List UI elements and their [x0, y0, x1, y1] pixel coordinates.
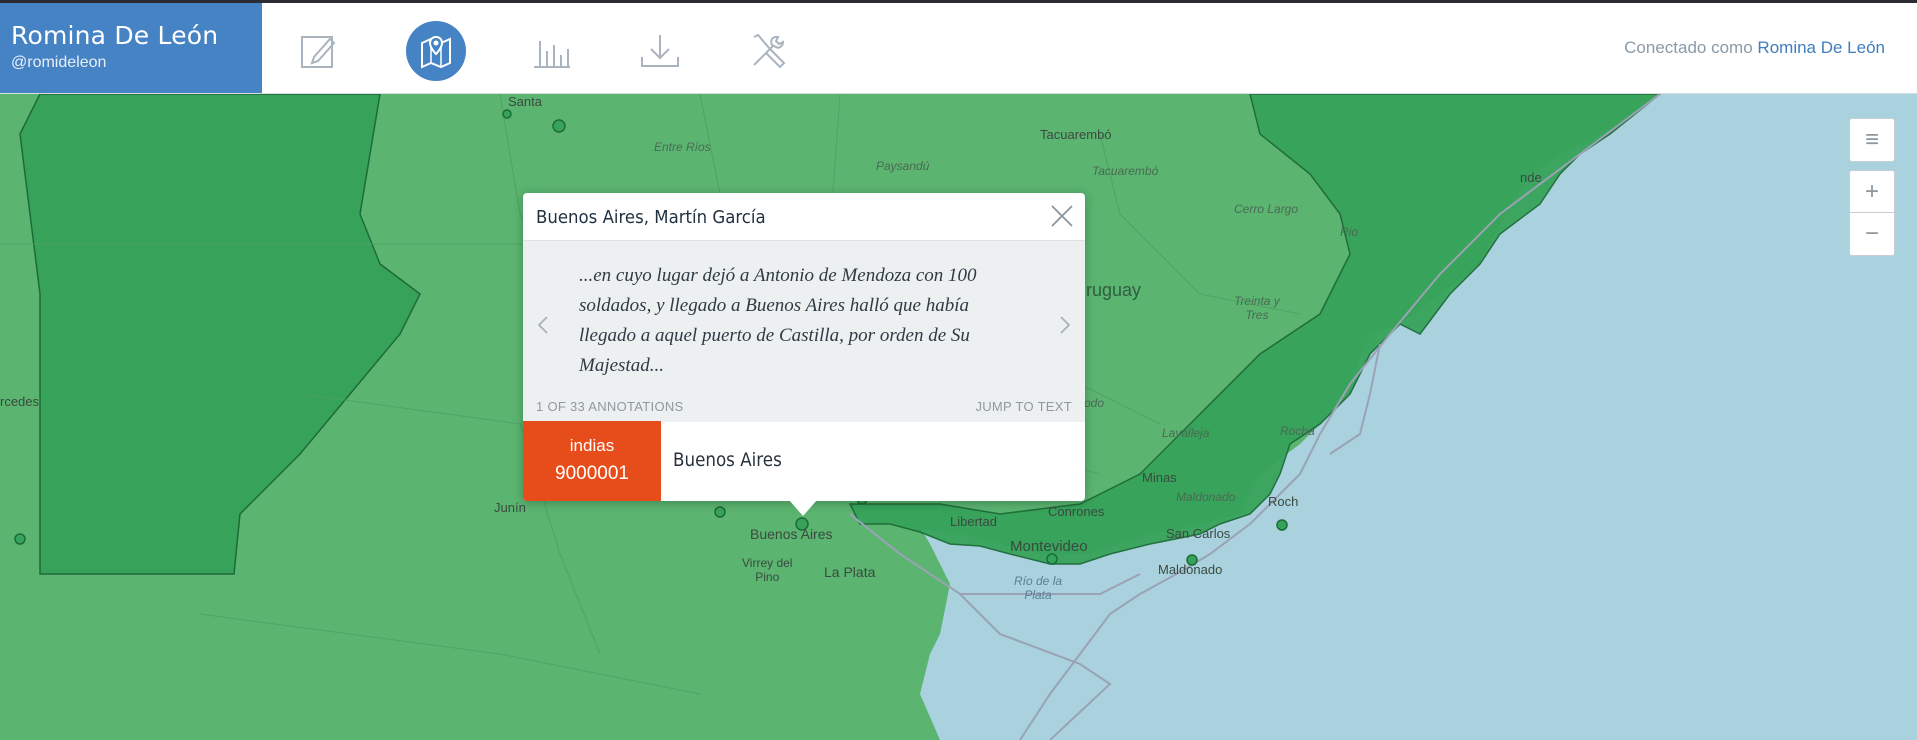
place-lavalleja: Lavalleja	[1162, 426, 1210, 440]
source-tag[interactable]: indias 9000001	[523, 421, 661, 501]
place-odo: odo	[1084, 396, 1105, 410]
place-rio-de-la-plata: Río de la Plata	[1014, 574, 1063, 602]
place-virrey-del-pino: Virrey del Pino	[742, 556, 793, 584]
chevron-left-icon[interactable]	[535, 313, 551, 337]
layers-button[interactable]: ≡	[1849, 118, 1895, 162]
place-conrones: Conrones	[1048, 504, 1105, 519]
source-tag-name: indias	[569, 436, 615, 455]
edit-icon	[301, 36, 336, 68]
app-header: Romina De León @romideleon Conectado com…	[0, 3, 1917, 94]
edit-tool-button[interactable]	[288, 21, 348, 81]
user-name: Romina De León	[11, 21, 219, 50]
place-paysandu: Paysandú	[876, 159, 930, 173]
place-tacuarembo: Tacuarembó	[1092, 164, 1159, 178]
place-chuy: nde	[1520, 170, 1542, 185]
settings-tool-button[interactable]	[738, 21, 798, 81]
chevron-right-icon[interactable]	[1057, 313, 1073, 337]
place-san-carlos: San Carlos	[1166, 526, 1231, 541]
map-tool-button[interactable]	[406, 21, 466, 81]
place-junin: Junín	[494, 500, 526, 515]
place-minas: Minas	[1142, 470, 1177, 485]
annotation-count: 1 OF 33 ANNOTATIONS	[536, 399, 684, 414]
map-pin-icon	[421, 35, 451, 69]
popup-footer: indias 9000001 Buenos Aires	[523, 421, 1085, 501]
close-icon[interactable]	[1049, 203, 1075, 229]
place-rio: Rio	[1340, 225, 1359, 239]
place-rocha: Rocha	[1280, 424, 1315, 438]
place-libertad: Libertad	[950, 514, 997, 529]
connected-user-link[interactable]: Romina De León	[1757, 38, 1885, 57]
place-uruguay: ruguay	[1086, 280, 1142, 300]
tools-icon	[753, 33, 786, 69]
user-profile-box[interactable]: Romina De León @romideleon	[0, 3, 262, 93]
place-entre-rios: Entre Ríos	[654, 140, 711, 154]
place-cerro-largo: Cerro Largo	[1234, 202, 1299, 216]
popup-pointer	[789, 500, 817, 516]
place-montevideo: Montevideo	[1010, 538, 1088, 555]
user-handle: @romideleon	[11, 54, 107, 71]
place-rocha-city: Roch	[1268, 494, 1299, 509]
popup-body: ...en cuyo lugar dejó a Antonio de Mendo…	[523, 240, 1085, 422]
zoom-out-button[interactable]: −	[1849, 212, 1895, 256]
jump-to-text-link[interactable]: JUMP TO TEXT	[975, 399, 1072, 414]
chart-tool-button[interactable]	[522, 21, 582, 81]
download-icon	[641, 35, 679, 67]
zoom-in-button[interactable]: +	[1849, 170, 1895, 214]
annotation-popup: Buenos Aires, Martín García ...en cuyo l…	[523, 193, 1085, 516]
connected-prefix: Conectado como	[1624, 38, 1753, 57]
place-treinta-y-tres: Treinta y Tres	[1234, 294, 1280, 322]
place-tacuarembo-city: Tacuarembó	[1040, 127, 1112, 142]
source-tag-id: 9000001	[555, 463, 629, 484]
connected-as: Conectado como Romina De León	[1624, 38, 1885, 58]
place-maldonado: Maldonado	[1158, 562, 1223, 577]
place-mercedes: rcedes	[0, 394, 40, 409]
popup-title: Buenos Aires, Martín García	[536, 207, 766, 228]
place-la-plata: La Plata	[824, 564, 876, 580]
place-maldonado-dept: Maldonado	[1176, 490, 1236, 504]
bar-chart-icon	[534, 41, 570, 68]
location-label: Buenos Aires	[673, 449, 782, 471]
annotation-quote: ...en cuyo lugar dejó a Antonio de Mendo…	[579, 265, 977, 376]
download-tool-button[interactable]	[630, 21, 690, 81]
place-buenos-aires: Buenos Aires	[750, 526, 833, 542]
place-santa: Santa	[508, 94, 542, 109]
